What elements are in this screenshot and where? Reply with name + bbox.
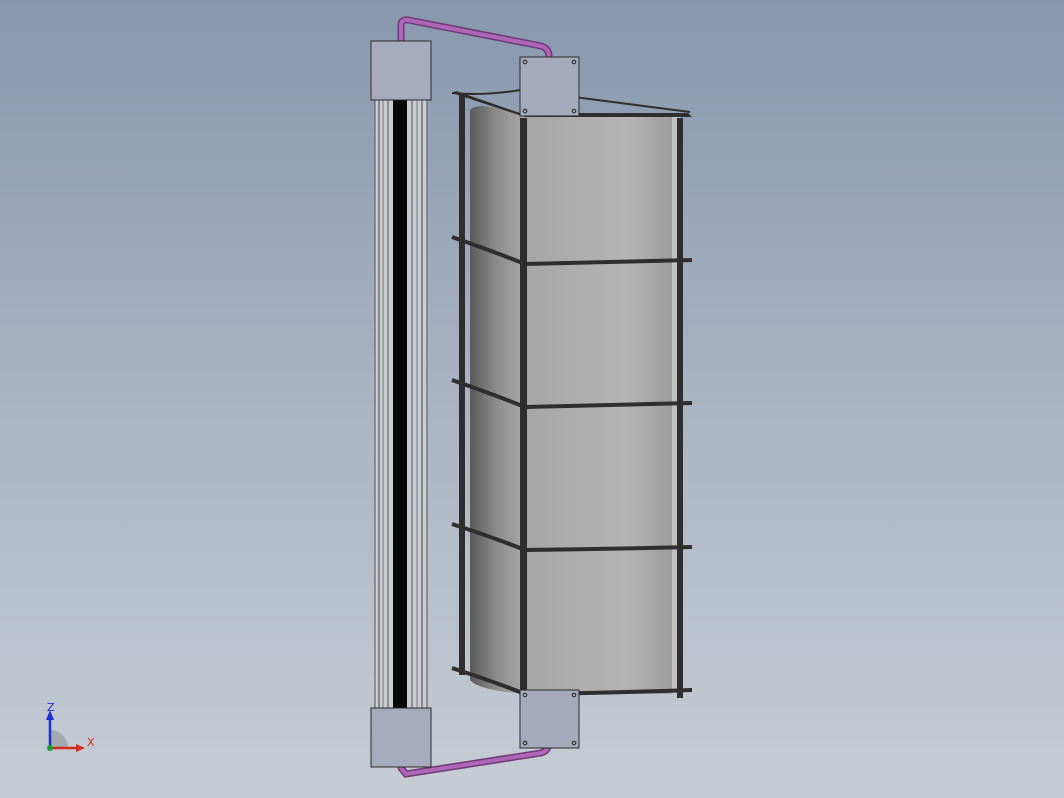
y-axis-icon xyxy=(47,745,53,751)
top-mount-plate[interactable] xyxy=(519,56,580,117)
curved-panel-frame[interactable] xyxy=(451,88,693,698)
3d-model-view[interactable] xyxy=(0,0,1064,798)
bottom-rail-block[interactable] xyxy=(370,707,432,768)
z-axis-label: Z xyxy=(47,701,55,714)
rail-track xyxy=(393,100,407,708)
top-rail-block[interactable] xyxy=(370,40,432,101)
x-axis-label: X xyxy=(87,736,95,749)
bottom-mount-plate[interactable] xyxy=(519,689,580,749)
front-right-post xyxy=(677,118,683,698)
curved-panel-surface xyxy=(470,106,524,694)
graphics-viewport[interactable]: Z X xyxy=(0,0,1064,798)
coordinate-triad: Z X xyxy=(46,701,95,752)
vertical-slide-rail[interactable] xyxy=(374,99,428,709)
